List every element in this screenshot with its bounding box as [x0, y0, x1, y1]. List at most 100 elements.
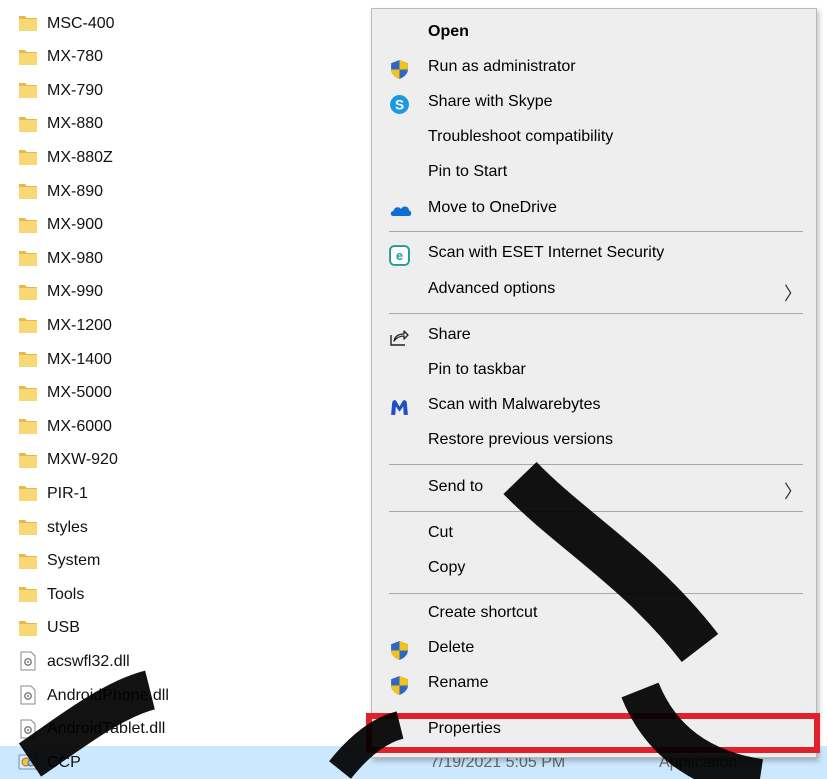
share-icon: [389, 327, 410, 348]
file-name: System: [47, 552, 101, 570]
svg-text:S: S: [395, 98, 404, 113]
file-name: USB: [47, 619, 80, 637]
folder-icon: [18, 114, 38, 134]
folder-icon: [18, 383, 38, 403]
menu-item-label: Pin to taskbar: [428, 361, 526, 378]
menu-item-create-shortcut[interactable]: Create shortcut: [372, 598, 816, 632]
file-name: MX-900: [47, 216, 104, 234]
folder-icon: [18, 315, 38, 335]
file-name: CCP: [47, 753, 81, 771]
menu-item-label: Send to: [428, 478, 484, 495]
menu-item-copy[interactable]: Copy: [372, 553, 816, 587]
menu-item-scan-with-eset-internet-security[interactable]: e Scan with ESET Internet Security: [372, 238, 816, 272]
menu-item-cut[interactable]: Cut: [372, 518, 816, 552]
menu-item-label: Pin to Start: [428, 163, 508, 180]
dll-file-icon: [18, 685, 38, 705]
file-name: MX-990: [47, 283, 104, 301]
file-name: MX-780: [47, 48, 104, 66]
menu-item-label: Copy: [428, 559, 466, 576]
file-name: PIR-1: [47, 484, 88, 502]
folder-icon: [18, 80, 38, 100]
folder-icon: [18, 416, 38, 436]
folder-icon: [18, 282, 38, 302]
application-icon: [18, 752, 38, 772]
menu-item-run-as-administrator[interactable]: Run as administrator: [372, 52, 816, 86]
menu-item-move-to-onedrive[interactable]: Move to OneDrive: [372, 193, 816, 227]
menu-item-label: Open: [428, 23, 469, 40]
menu-separator: [389, 593, 803, 594]
folder-icon: [18, 147, 38, 167]
menu-item-label: Move to OneDrive: [428, 199, 557, 216]
menu-item-rename[interactable]: Rename: [372, 668, 816, 702]
folder-icon: [18, 618, 38, 638]
menu-item-label: Advanced options: [428, 280, 556, 297]
folder-icon: [18, 483, 38, 503]
menu-separator: [389, 231, 803, 232]
folder-icon: [18, 349, 38, 369]
uac-shield-icon: [389, 675, 410, 696]
chevron-right-icon: 〉: [784, 482, 802, 503]
file-name: MX-5000: [47, 384, 112, 402]
menu-item-share[interactable]: Share: [372, 320, 816, 354]
menu-item-label: Create shortcut: [428, 604, 538, 621]
menu-item-label: Troubleshoot compatibility: [428, 128, 614, 145]
chevron-right-icon: 〉: [784, 284, 802, 305]
menu-item-share-with-skype[interactable]: S Share with Skype: [372, 87, 816, 121]
file-name: Tools: [47, 585, 85, 603]
menu-item-label: Run as administrator: [428, 58, 576, 75]
menu-item-label: Delete: [428, 639, 475, 656]
menu-item-scan-with-malwarebytes[interactable]: Scan with Malwarebytes: [372, 390, 816, 424]
uac-shield-icon: [389, 59, 410, 80]
file-name: acswfl32.dll: [47, 652, 130, 670]
menu-item-pin-to-taskbar[interactable]: Pin to taskbar: [372, 355, 816, 389]
file-name: MX-880: [47, 115, 104, 133]
folder-icon: [18, 450, 38, 470]
file-name: styles: [47, 518, 88, 536]
menu-separator: [389, 464, 803, 465]
dll-file-icon: [18, 719, 38, 739]
eset-icon: e: [389, 245, 410, 266]
menu-item-label: Scan with Malwarebytes: [428, 396, 601, 413]
folder-icon: [18, 47, 38, 67]
folder-icon: [18, 517, 38, 537]
menu-item-delete[interactable]: Delete: [372, 633, 816, 667]
folder-icon: [18, 215, 38, 235]
menu-item-label: Scan with ESET Internet Security: [428, 244, 665, 261]
file-name: AndroidPhone.dll: [47, 686, 169, 704]
menu-item-label: Share: [428, 326, 471, 343]
menu-item-advanced-options[interactable]: Advanced options 〉: [372, 274, 816, 308]
context-menu: Open Run as administrator S Share with Skyp…: [371, 8, 817, 758]
folder-icon: [18, 248, 38, 268]
file-name: MX-980: [47, 249, 104, 267]
menu-item-label: Rename: [428, 674, 489, 691]
menu-item-label: Restore previous versions: [428, 431, 613, 448]
properties-highlight-box: [366, 713, 820, 753]
folder-icon: [18, 551, 38, 571]
onedrive-icon: [389, 200, 412, 221]
file-name: AndroidTablet.dll: [47, 720, 166, 738]
folder-icon: [18, 13, 38, 33]
file-name: MX-790: [47, 81, 104, 99]
dll-file-icon: [18, 651, 38, 671]
menu-item-send-to[interactable]: Send to 〉: [372, 472, 816, 506]
menu-item-label: Cut: [428, 524, 453, 541]
folder-icon: [18, 181, 38, 201]
menu-item-pin-to-start[interactable]: Pin to Start: [372, 157, 816, 191]
folder-icon: [18, 584, 38, 604]
menu-item-troubleshoot-compatibility[interactable]: Troubleshoot compatibility: [372, 122, 816, 156]
menu-separator: [389, 511, 803, 512]
file-name: MX-1400: [47, 350, 112, 368]
malwarebytes-icon: [389, 397, 410, 418]
svg-text:e: e: [396, 249, 403, 263]
file-name: MX-1200: [47, 316, 112, 334]
skype-icon: S: [389, 94, 410, 115]
file-name: MSC-400: [47, 14, 115, 32]
menu-separator: [389, 313, 803, 314]
file-name: MXW-920: [47, 451, 118, 469]
menu-item-open[interactable]: Open: [372, 17, 816, 51]
file-name: MX-6000: [47, 417, 112, 435]
menu-item-restore-previous-versions[interactable]: Restore previous versions: [372, 425, 816, 459]
file-name: MX-890: [47, 182, 104, 200]
uac-shield-icon: [389, 640, 410, 661]
menu-item-label: Share with Skype: [428, 93, 553, 110]
